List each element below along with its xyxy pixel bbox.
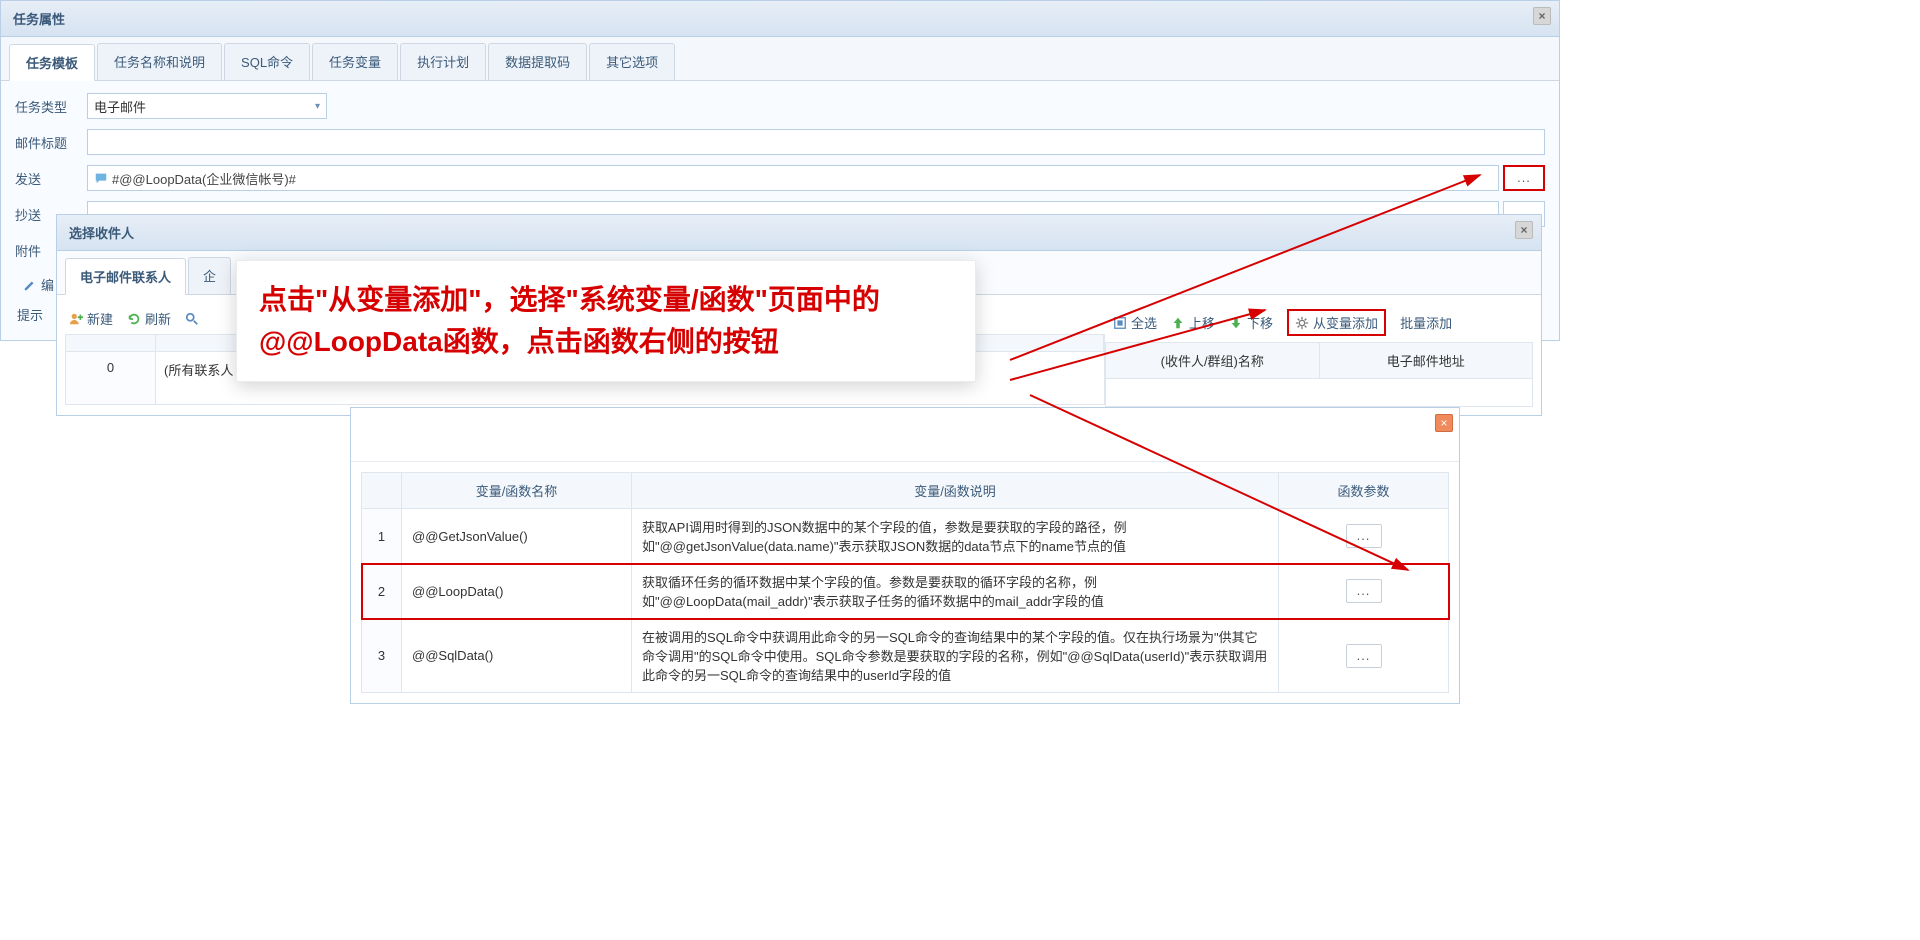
var-row-name: @@SqlData() — [402, 619, 632, 693]
right-header-name: (收件人/群组)名称 — [1106, 343, 1320, 378]
edit-button[interactable]: 编 — [23, 275, 54, 294]
subject-label: 邮件标题 — [15, 133, 87, 152]
send-to-browse-button[interactable]: ... — [1503, 165, 1545, 191]
send-to-value: #@@LoopData(企业微信帐号)# — [112, 169, 296, 188]
picker-title-bar: 选择收件人 × — [57, 215, 1541, 251]
task-type-label: 任务类型 — [15, 97, 87, 116]
close-icon[interactable]: × — [1533, 7, 1551, 25]
var-header-name: 变量/函数名称 — [402, 473, 632, 509]
tab-extract-code[interactable]: 数据提取码 — [488, 43, 587, 80]
grid-row-index: 0 — [66, 352, 156, 404]
tab-template[interactable]: 任务模板 — [9, 44, 95, 81]
picker-tab-enterprise[interactable]: 企 — [188, 257, 231, 294]
search-icon — [185, 312, 199, 326]
variable-table: 变量/函数名称 变量/函数说明 函数参数 1@@GetJsonValue()获取… — [361, 472, 1449, 693]
var-row-name: @@LoopData() — [402, 564, 632, 619]
user-add-icon — [69, 312, 83, 326]
var-row-desc: 获取API调用时得到的JSON数据中的某个字段的值，参数是要获取的字段的路径，例… — [632, 509, 1279, 564]
tab-variables[interactable]: 任务变量 — [312, 43, 398, 80]
task-type-value: 电子邮件 — [94, 97, 146, 116]
picker-right-toolbar: 全选 上移 下移 从变量添加 批量添加 — [1105, 303, 1533, 342]
dialog-title: 任务属性 — [13, 12, 65, 27]
var-header-desc: 变量/函数说明 — [632, 473, 1279, 509]
close-icon[interactable]: × — [1435, 414, 1453, 432]
variable-row[interactable]: 2@@LoopData()获取循环任务的循环数据中某个字段的值。参数是要获取的循… — [362, 564, 1449, 619]
arrow-up-icon — [1171, 316, 1185, 330]
var-header-param: 函数参数 — [1279, 473, 1449, 509]
picker-right-grid-empty — [1105, 379, 1533, 407]
select-all-icon — [1113, 316, 1127, 330]
task-type-select[interactable]: 电子邮件 ▾ — [87, 93, 327, 119]
pencil-icon — [23, 278, 37, 292]
dialog-title-bar: 任务属性 × — [1, 1, 1559, 37]
var-header-index — [362, 473, 402, 509]
tab-sql[interactable]: SQL命令 — [224, 43, 310, 80]
picker-tab-email-contacts[interactable]: 电子邮件联系人 — [65, 258, 186, 295]
var-row-param-cell: ... — [1279, 564, 1449, 619]
new-contact-button[interactable]: 新建 — [69, 309, 113, 328]
variable-row[interactable]: 1@@GetJsonValue()获取API调用时得到的JSON数据中的某个字段… — [362, 509, 1449, 564]
var-row-name: @@GetJsonValue() — [402, 509, 632, 564]
picker-title: 选择收件人 — [69, 226, 134, 241]
chevron-down-icon: ▾ — [315, 101, 320, 112]
send-label: 发送 — [15, 169, 87, 188]
var-param-button[interactable]: ... — [1346, 644, 1382, 668]
annotation-callout: 点击"从变量添加"，选择"系统变量/函数"页面中的@@LoopData函数，点击… — [236, 260, 976, 382]
search-button[interactable] — [185, 312, 199, 326]
right-header-email: 电子邮件地址 — [1320, 343, 1533, 378]
refresh-button[interactable]: 刷新 — [127, 309, 171, 328]
variable-row[interactable]: 3@@SqlData()在被调用的SQL命令中获调用此命令的另一SQL命令的查询… — [362, 619, 1449, 693]
tab-name-desc[interactable]: 任务名称和说明 — [97, 43, 222, 80]
var-param-button[interactable]: ... — [1346, 524, 1382, 548]
var-row-index: 2 — [362, 564, 402, 619]
close-icon[interactable]: × — [1515, 221, 1533, 239]
move-up-button[interactable]: 上移 — [1171, 313, 1215, 332]
batch-add-button[interactable]: 批量添加 — [1400, 313, 1452, 332]
var-param-button[interactable]: ... — [1346, 579, 1382, 603]
refresh-icon — [127, 312, 141, 326]
tab-other[interactable]: 其它选项 — [589, 43, 675, 80]
var-row-param-cell: ... — [1279, 509, 1449, 564]
add-from-variable-button[interactable]: 从变量添加 — [1287, 309, 1386, 336]
picker-right-pane: 全选 上移 下移 从变量添加 批量添加 (收件人 — [1105, 303, 1533, 407]
tab-schedule[interactable]: 执行计划 — [400, 43, 486, 80]
gear-icon — [1295, 316, 1309, 330]
var-dialog-header: × — [351, 408, 1459, 462]
variable-function-dialog: × 变量/函数名称 变量/函数说明 函数参数 1@@GetJsonValue()… — [350, 407, 1460, 704]
subject-input[interactable] — [87, 129, 1545, 155]
send-to-input[interactable]: #@@LoopData(企业微信帐号)# — [87, 165, 1499, 191]
annotation-text: 点击"从变量添加"，选择"系统变量/函数"页面中的@@LoopData函数，点击… — [259, 279, 953, 363]
var-row-param-cell: ... — [1279, 619, 1449, 693]
var-row-index: 1 — [362, 509, 402, 564]
var-row-index: 3 — [362, 619, 402, 693]
dialog-tabs: 任务模板 任务名称和说明 SQL命令 任务变量 执行计划 数据提取码 其它选项 — [1, 37, 1559, 81]
move-down-button[interactable]: 下移 — [1229, 313, 1273, 332]
select-all-button[interactable]: 全选 — [1113, 313, 1157, 332]
grid-header-index — [66, 335, 156, 351]
arrow-down-icon — [1229, 316, 1243, 330]
chat-bubble-icon — [94, 171, 108, 185]
picker-right-grid-header: (收件人/群组)名称 电子邮件地址 — [1105, 342, 1533, 379]
var-row-desc: 在被调用的SQL命令中获调用此命令的另一SQL命令的查询结果中的某个字段的值。仅… — [632, 619, 1279, 693]
var-row-desc: 获取循环任务的循环数据中某个字段的值。参数是要获取的循环字段的名称，例如"@@L… — [632, 564, 1279, 619]
